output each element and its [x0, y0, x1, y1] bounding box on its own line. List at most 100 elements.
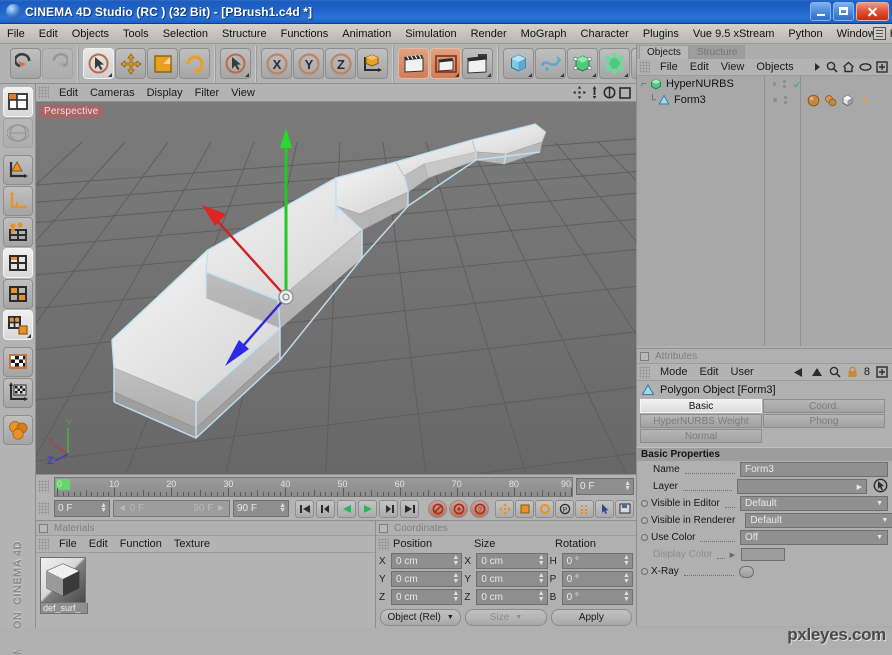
renderer-visibility-dots[interactable] — [783, 80, 787, 88]
back-arrow-icon[interactable] — [793, 367, 805, 378]
size-y-field[interactable]: 0 cm ▲ ▼ — [476, 571, 548, 587]
panel-grip-icon[interactable] — [38, 86, 49, 99]
step-forward-button[interactable] — [379, 499, 398, 518]
menu-vue-9-5-xstream[interactable]: Vue 9.5 xStream — [686, 26, 782, 42]
objects-menu-objects[interactable]: Objects — [750, 60, 799, 74]
objects-menu-file[interactable]: File — [654, 60, 684, 74]
rotate-tool[interactable] — [179, 48, 210, 79]
close-button[interactable] — [856, 2, 889, 21]
attr-tab-basic[interactable]: Basic — [640, 399, 762, 413]
move-tool[interactable] — [115, 48, 146, 79]
timeline-end-field[interactable]: 90 F ▲ ▼ — [233, 500, 289, 517]
pos-y-field[interactable]: 0 cm ▲ ▼ — [391, 571, 463, 587]
step-back-button[interactable] — [316, 499, 335, 518]
layout-grid-icon[interactable] — [873, 27, 886, 40]
pos-x-field[interactable]: 0 cm ▲ ▼ — [391, 553, 463, 569]
tab-structure[interactable]: Structure — [688, 45, 746, 59]
menu-animation[interactable]: Animation — [335, 26, 398, 42]
attr-radio-x-ray[interactable] — [641, 568, 648, 575]
rot-b-field[interactable]: 0 ° ▲ ▼ — [561, 589, 633, 605]
menu-python[interactable]: Python — [781, 26, 829, 42]
attr-tab-normal[interactable]: Normal — [640, 429, 762, 443]
home-icon[interactable] — [842, 61, 855, 73]
record-active-objects-button[interactable] — [428, 499, 447, 518]
coordinate-mode-dropdown[interactable]: Object (Rel) ▼ — [380, 609, 462, 626]
editor-visibility-dot[interactable] — [773, 98, 777, 102]
menu-selection[interactable]: Selection — [156, 26, 215, 42]
perspective-viewport[interactable]: Perspective Y X Z — [36, 102, 636, 474]
attr-radio-visible-in-editor[interactable] — [641, 500, 648, 507]
add-panel-icon[interactable] — [876, 366, 888, 378]
spinner-icon[interactable]: ▲ ▼ — [623, 572, 630, 585]
world-coordinate-toggle[interactable] — [357, 48, 388, 79]
uv-points-mode-button[interactable] — [2, 310, 33, 340]
add-panel-icon[interactable] — [876, 61, 888, 73]
live-selection-tool[interactable] — [83, 48, 114, 79]
timeline-ruler[interactable]: 0 10 20 30 40 50 60 70 80 90 — [54, 476, 573, 497]
objects-tree-body[interactable]: ⌐ HyperNURBS └ Form3 — [637, 76, 892, 346]
spinner-icon[interactable]: ▲ ▼ — [623, 554, 630, 567]
viewport-menu-view[interactable]: View — [225, 86, 261, 100]
animation-layer-button[interactable] — [615, 499, 634, 518]
play-forward-button[interactable] — [358, 499, 377, 518]
viewport-menu-filter[interactable]: Filter — [189, 86, 225, 100]
current-frame-field[interactable]: 0 F ▲ ▼ — [576, 478, 634, 495]
polygons-mode-button[interactable] — [2, 279, 33, 309]
viewport-solo-button[interactable] — [2, 415, 33, 445]
minimize-button[interactable] — [810, 2, 831, 21]
render-view-button[interactable] — [398, 48, 429, 79]
search-icon[interactable] — [826, 61, 838, 73]
visibility-dots-row[interactable] — [767, 92, 800, 108]
spinner-icon[interactable]: ▲ ▼ — [623, 590, 630, 603]
timeline-start-field[interactable]: 0 F ▲ ▼ — [54, 500, 110, 517]
object-axis-mode-button[interactable] — [2, 186, 33, 216]
texture-tag-icon[interactable] — [807, 94, 820, 107]
z-axis-lock[interactable]: Z — [325, 48, 356, 79]
panel-grip-icon[interactable] — [38, 537, 49, 551]
menu-plugins[interactable]: Plugins — [636, 26, 686, 42]
spinner-icon[interactable]: ▲ ▼ — [624, 480, 631, 492]
objects-menu-edit[interactable]: Edit — [684, 60, 715, 74]
panel-collapse-box[interactable] — [39, 523, 48, 533]
attributes-menu-edit[interactable]: Edit — [694, 365, 725, 379]
viewport-menu-edit[interactable]: Edit — [53, 86, 84, 100]
add-spline-button[interactable] — [535, 48, 566, 79]
attr-swatch-display-color[interactable] — [741, 548, 785, 561]
spinner-icon[interactable]: ▲ ▼ — [452, 590, 459, 603]
attr-toggle-x-ray[interactable] — [739, 565, 754, 578]
render-settings-button[interactable] — [462, 48, 493, 79]
phong-tag-icon[interactable] — [841, 94, 854, 107]
dolly-view-icon[interactable] — [589, 86, 600, 99]
render-region-button[interactable] — [430, 48, 461, 79]
go-to-start-button[interactable] — [295, 499, 314, 518]
attr-field-visible-in-renderer[interactable]: Default ▼ — [745, 513, 892, 528]
parameter-key-toggle[interactable]: P — [555, 499, 574, 518]
texture-mode-button[interactable] — [2, 347, 33, 377]
menu-objects[interactable]: Objects — [65, 26, 116, 42]
model-mode-button[interactable] — [2, 155, 33, 185]
visibility-dots-row[interactable] — [767, 76, 800, 92]
panel-collapse-box[interactable] — [640, 351, 649, 361]
spinner-icon[interactable]: ▲ ▼ — [538, 554, 545, 567]
attr-field-layer[interactable]: ▶ — [737, 479, 867, 494]
spinner-icon[interactable]: ▲ ▼ — [538, 590, 545, 603]
add-nurbs-button[interactable] — [567, 48, 598, 79]
material-item[interactable]: def_surf_ — [40, 557, 88, 614]
menu-structure[interactable]: Structure — [215, 26, 274, 42]
undo-button[interactable] — [10, 48, 41, 79]
play-reverse-button[interactable] — [337, 499, 356, 518]
apply-button[interactable]: Apply — [550, 609, 632, 626]
attr-tab-hypernurbs-weight[interactable]: HyperNURBS Weight — [640, 414, 762, 428]
menu-render[interactable]: Render — [464, 26, 514, 42]
go-to-end-button[interactable] — [400, 499, 419, 518]
materials-menu-file[interactable]: File — [53, 537, 83, 551]
menu-character[interactable]: Character — [574, 26, 636, 42]
menu-mograph[interactable]: MoGraph — [514, 26, 574, 42]
scale-tool[interactable] — [147, 48, 178, 79]
spinner-icon[interactable]: ▲ ▼ — [538, 572, 545, 585]
materials-menu-function[interactable]: Function — [114, 537, 168, 551]
panel-grip-icon[interactable] — [38, 502, 49, 515]
maximize-button[interactable] — [833, 2, 854, 21]
ellipse-icon[interactable] — [859, 62, 872, 72]
rotate-view-icon[interactable] — [603, 86, 616, 99]
